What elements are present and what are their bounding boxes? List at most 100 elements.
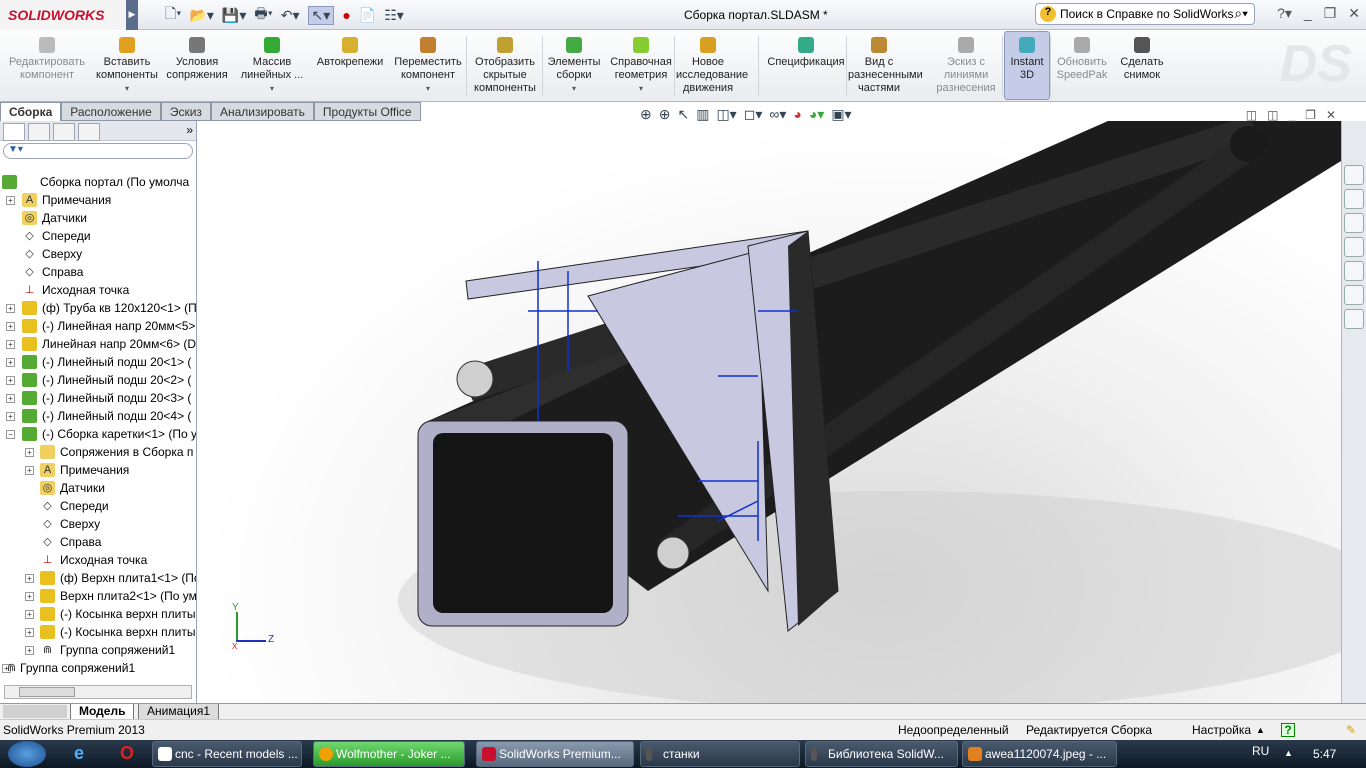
tree-filter-input[interactable]: ▼▾ (3, 143, 193, 159)
expand-toggle-icon[interactable]: − (6, 430, 15, 439)
tree-item[interactable]: + (-) Косынка верхн плиты (0, 623, 196, 641)
tree-item[interactable]: ◎ Датчики (0, 209, 196, 227)
home-icon[interactable] (1344, 189, 1364, 209)
tree-item[interactable]: − (-) Сборка каретки<1> (По у (0, 425, 196, 443)
ribbon-button-14[interactable]: Instant 3D (1004, 31, 1050, 100)
expand-toggle-icon[interactable]: + (25, 448, 34, 457)
expand-toggle-icon[interactable]: + (25, 466, 34, 475)
graphics-area[interactable]: Y Z X (198, 121, 1341, 703)
close-button[interactable]: ✕ (1348, 5, 1360, 22)
taskbar-item-library[interactable]: Библиотека SolidW... (805, 741, 958, 767)
expand-toggle-icon[interactable]: + (25, 628, 34, 637)
ribbon-button-15[interactable]: Обновить SpeedPak (1052, 32, 1112, 100)
expand-toggle-icon[interactable]: + (6, 322, 15, 331)
expand-toggle-icon[interactable]: + (6, 196, 15, 205)
language-indicator[interactable]: RU (1252, 744, 1269, 758)
expand-toggle-icon[interactable]: + (6, 412, 15, 421)
split-view-icon[interactable]: ◫ (1246, 108, 1257, 122)
zoom-to-area-icon[interactable]: ⊕ (659, 106, 671, 123)
configuration-manager-tab[interactable] (53, 123, 75, 141)
tree-item[interactable]: ◎ Датчики (0, 479, 196, 497)
ribbon-button-9[interactable]: Справочная геометрия ▾ (606, 32, 676, 100)
dropdown-arrow-icon[interactable]: ▾ (92, 82, 162, 95)
tree-item[interactable]: ◇ Спереди (0, 227, 196, 245)
tree-item[interactable]: + Сопряжения в Сборка п (0, 443, 196, 461)
tree-item[interactable]: ⊥ Исходная точка (0, 551, 196, 569)
tree-item[interactable]: ⊥ Исходная точка (0, 281, 196, 299)
tree-item[interactable]: + ⋒ Группа сопряжений1 (0, 641, 196, 659)
expand-toggle-icon[interactable]: + (6, 394, 15, 403)
zoom-to-fit-icon[interactable]: ⊕ (640, 106, 652, 123)
tree-item[interactable]: + Верхн плита2<1> (По ум (0, 587, 196, 605)
viewport-minimize-button[interactable]: _ (1288, 108, 1295, 122)
solidworks-resources-icon[interactable] (1344, 165, 1364, 185)
undo-icon[interactable]: ↶▾ (281, 7, 300, 24)
tab-1[interactable]: Сборка (0, 102, 62, 121)
ribbon-button-16[interactable]: Сделать снимок (1112, 32, 1172, 100)
taskbar-item-folder[interactable]: станки (640, 741, 800, 767)
ribbon-button-8[interactable]: Элементы сборки ▾ (544, 32, 604, 100)
tab-4[interactable]: Анализировать (210, 102, 314, 121)
new-icon[interactable]: 🗋▾ (165, 3, 181, 27)
expand-toggle-icon[interactable]: + (25, 646, 34, 655)
tree-item[interactable]: ◇ Сверху (0, 515, 196, 533)
ribbon-button-3[interactable]: Условия сопряжения (164, 32, 230, 100)
open-icon[interactable]: 📂▾ (189, 7, 213, 24)
tree-item[interactable]: + (ф) Верхн плита1<1> (По (0, 569, 196, 587)
expand-toggle-icon[interactable]: + (6, 376, 15, 385)
taskbar-item-player[interactable]: Wolfmother - Joker ... (313, 741, 465, 767)
tab-2[interactable]: Расположение (61, 102, 161, 121)
apply-scene-icon[interactable]: ◕▾ (809, 106, 824, 123)
expand-toggle-icon[interactable]: + (6, 340, 15, 349)
horizontal-scrollbar[interactable] (4, 685, 192, 699)
customize-arrow-icon[interactable]: ▲ (1256, 720, 1265, 740)
select-icon[interactable]: ↖▾ (307, 5, 335, 25)
ribbon-button-10[interactable]: Новое исследование движения (676, 32, 748, 100)
tree-item[interactable]: Сборка портал (По умолча (0, 173, 196, 191)
file-properties-icon[interactable]: 📄 (359, 7, 376, 24)
internet-explorer-icon[interactable]: e (74, 743, 84, 764)
menu-expand-arrow[interactable]: ▶ (126, 0, 138, 30)
expand-toggle-icon[interactable]: + (25, 574, 34, 583)
notification-icon[interactable]: ✎ (1346, 720, 1356, 740)
viewport-restore-button[interactable]: ❐ (1305, 108, 1316, 122)
split-view-2-icon[interactable]: ◫ (1267, 108, 1278, 122)
ribbon-button-6[interactable]: Переместить компонент ▾ (390, 32, 466, 100)
view-orientation-icon[interactable]: ◫▾ (716, 106, 736, 123)
tab-scroll-arrows[interactable] (3, 705, 67, 718)
print-icon[interactable]: 🖶▾ (254, 3, 272, 27)
solidworks-logo[interactable]: SOLIDWORKS (0, 0, 126, 30)
edit-appearance-icon[interactable]: ◕ (793, 106, 801, 123)
tree-item[interactable]: + (-) Линейный подш 20<3> ( (0, 389, 196, 407)
expand-toggle-icon[interactable]: + (6, 304, 15, 313)
clock[interactable]: 5:47 (1313, 747, 1336, 761)
opera-icon[interactable]: O (120, 743, 134, 764)
search-icon[interactable]: ⌕▾ (1234, 5, 1248, 22)
taskbar-item-image[interactable]: awea1120074.jpeg - ... (962, 741, 1117, 767)
minimize-button[interactable]: _ (1304, 5, 1312, 22)
tray-expand-icon[interactable]: ▲ (1284, 748, 1293, 758)
previous-view-icon[interactable]: ↖ (677, 106, 689, 123)
tree-item[interactable]: ◇ Справа (0, 263, 196, 281)
tree-item[interactable]: ◇ Спереди (0, 497, 196, 515)
ribbon-button-13[interactable]: Эскиз с линиями разнесения (932, 32, 1000, 100)
tree-item[interactable]: + A Примечания (0, 191, 196, 209)
tree-item[interactable]: ◇ Справа (0, 533, 196, 551)
viewport-close-button[interactable]: ✕ (1326, 108, 1336, 122)
section-view-icon[interactable]: ▥ (696, 106, 709, 123)
tree-item[interactable]: + (ф) Труба кв 120x120<1> (По (0, 299, 196, 317)
hide-show-items-icon[interactable]: ∞▾ (769, 106, 786, 123)
ribbon-button-7[interactable]: Отобразить скрытые компоненты (468, 32, 542, 100)
display-manager-tab[interactable] (78, 123, 100, 141)
tree-item[interactable]: + (-) Линейный подш 20<2> ( (0, 371, 196, 389)
design-library-icon[interactable] (1344, 213, 1364, 233)
expand-toggle-icon[interactable]: + (25, 610, 34, 619)
tree-item[interactable]: + Линейная напр 20мм<6> (D (0, 335, 196, 353)
ribbon-button-2[interactable]: Вставить компоненты ▾ (92, 32, 162, 100)
help-menu-icon[interactable]: ?▾ (1277, 5, 1292, 22)
restore-button[interactable]: ❐ (1324, 5, 1337, 22)
dropdown-arrow-icon[interactable]: ▾ (544, 82, 604, 95)
ribbon-button-11[interactable]: Спецификация (762, 32, 850, 100)
tab-animation[interactable]: Анимация1 (138, 704, 220, 720)
display-style-icon[interactable]: ◻▾ (744, 106, 763, 123)
